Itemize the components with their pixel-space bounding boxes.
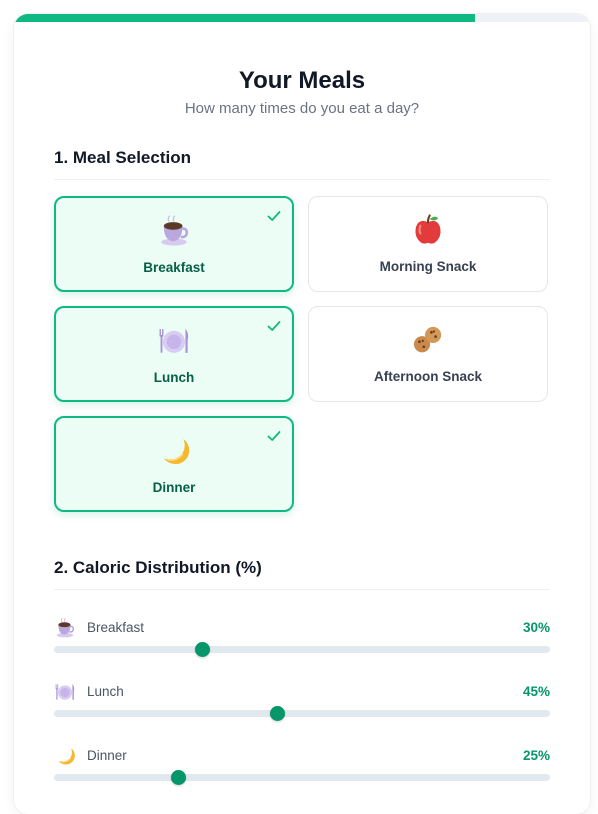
- checkmark-icon: [267, 431, 281, 441]
- checkmark-icon: [267, 211, 281, 221]
- slider-row-dinner: Dinner 25%: [54, 745, 550, 795]
- slider-icon-wrapper: [54, 617, 76, 639]
- page-subtitle: How many times do you eat a day?: [184, 100, 420, 117]
- meal-option-label: Lunch: [153, 370, 195, 385]
- checkmark-icon: [267, 321, 281, 331]
- meal-icon-wrapper: [56, 214, 292, 250]
- slider-label: Dinner: [87, 748, 127, 763]
- slider-label: Lunch: [87, 684, 124, 699]
- slider-row-breakfast: Breakfast 30%: [54, 617, 550, 667]
- section-divider: [54, 179, 550, 180]
- slider-track[interactable]: [54, 642, 550, 657]
- coffee-cup-icon: [157, 214, 191, 248]
- plate-cutlery-icon: [54, 681, 76, 703]
- slider-value: 25%: [522, 748, 550, 763]
- progress-fill: [14, 14, 475, 22]
- meal-option-afternoon-snack[interactable]: Afternoon Snack: [308, 306, 548, 402]
- meal-option-label: Breakfast: [143, 260, 205, 275]
- meal-option-dinner[interactable]: Dinner: [54, 416, 294, 512]
- crescent-moon-icon: [54, 745, 76, 767]
- meal-option-breakfast[interactable]: Breakfast: [54, 196, 294, 292]
- slider-thumb[interactable]: [170, 770, 186, 785]
- meal-icon-wrapper: [56, 324, 292, 360]
- slider-row-lunch: Lunch 45%: [54, 681, 550, 731]
- meal-icon-wrapper: [56, 434, 292, 470]
- meal-selection-heading: 1. Meal Selection: [54, 148, 191, 167]
- caloric-distribution-heading: 2. Caloric Distribution (%): [54, 558, 262, 577]
- onboarding-card: Your Meals How many times do you eat a d…: [14, 14, 590, 814]
- meal-option-morning-snack[interactable]: Morning Snack: [308, 196, 548, 292]
- meal-option-label: Afternoon Snack: [373, 369, 482, 384]
- meal-option-lunch[interactable]: Lunch: [54, 306, 294, 402]
- coffee-cup-icon: [54, 617, 76, 639]
- progress-bar: [14, 14, 590, 22]
- slider-label: Breakfast: [87, 620, 145, 635]
- slider-value: 45%: [522, 684, 550, 699]
- slider-icon-wrapper: [54, 745, 76, 767]
- apple-icon: [411, 213, 445, 247]
- section-divider: [54, 589, 550, 590]
- page-title: Your Meals: [238, 67, 366, 94]
- meal-option-label: Dinner: [152, 480, 196, 495]
- slider-value: 30%: [522, 620, 550, 635]
- slider-thumb[interactable]: [269, 706, 285, 721]
- meal-icon-wrapper: [309, 213, 547, 249]
- cookies-icon: [411, 323, 445, 357]
- crescent-moon-icon: [157, 434, 191, 468]
- slider-track[interactable]: [54, 706, 550, 721]
- slider-icon-wrapper: [54, 681, 76, 703]
- slider-thumb[interactable]: [195, 642, 211, 657]
- slider-track[interactable]: [54, 770, 550, 785]
- plate-cutlery-icon: [157, 324, 191, 358]
- meal-option-label: Morning Snack: [379, 259, 477, 274]
- meal-icon-wrapper: [309, 323, 547, 359]
